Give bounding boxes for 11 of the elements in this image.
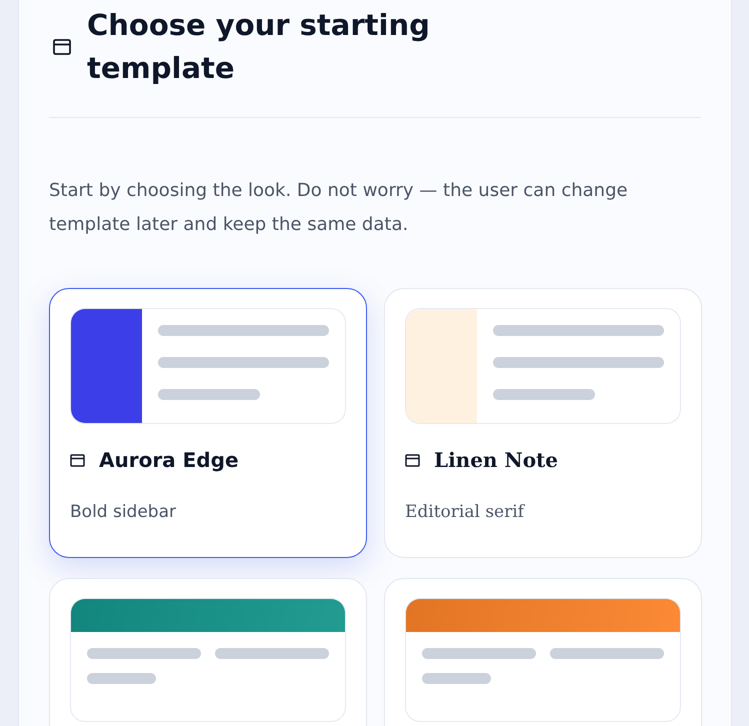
window-icon <box>405 454 420 466</box>
template-description: Editorial serif <box>405 502 526 522</box>
template-name: Aurora Edge <box>99 448 239 472</box>
template-card[interactable]: Linen Note Editorial serif <box>384 288 702 558</box>
template-description: Bold sidebar <box>70 502 178 522</box>
template-card[interactable]: Aurora Edge Bold sidebar <box>49 288 367 558</box>
window-icon <box>53 39 71 55</box>
intro-text: Start by choosing the look. Do not worry — the user can change template later and keep the same data. <box>49 179 629 237</box>
window-icon <box>70 454 85 466</box>
template-name: Linen Note <box>434 448 558 472</box>
page-title: Choose your starting template <box>87 7 431 87</box>
